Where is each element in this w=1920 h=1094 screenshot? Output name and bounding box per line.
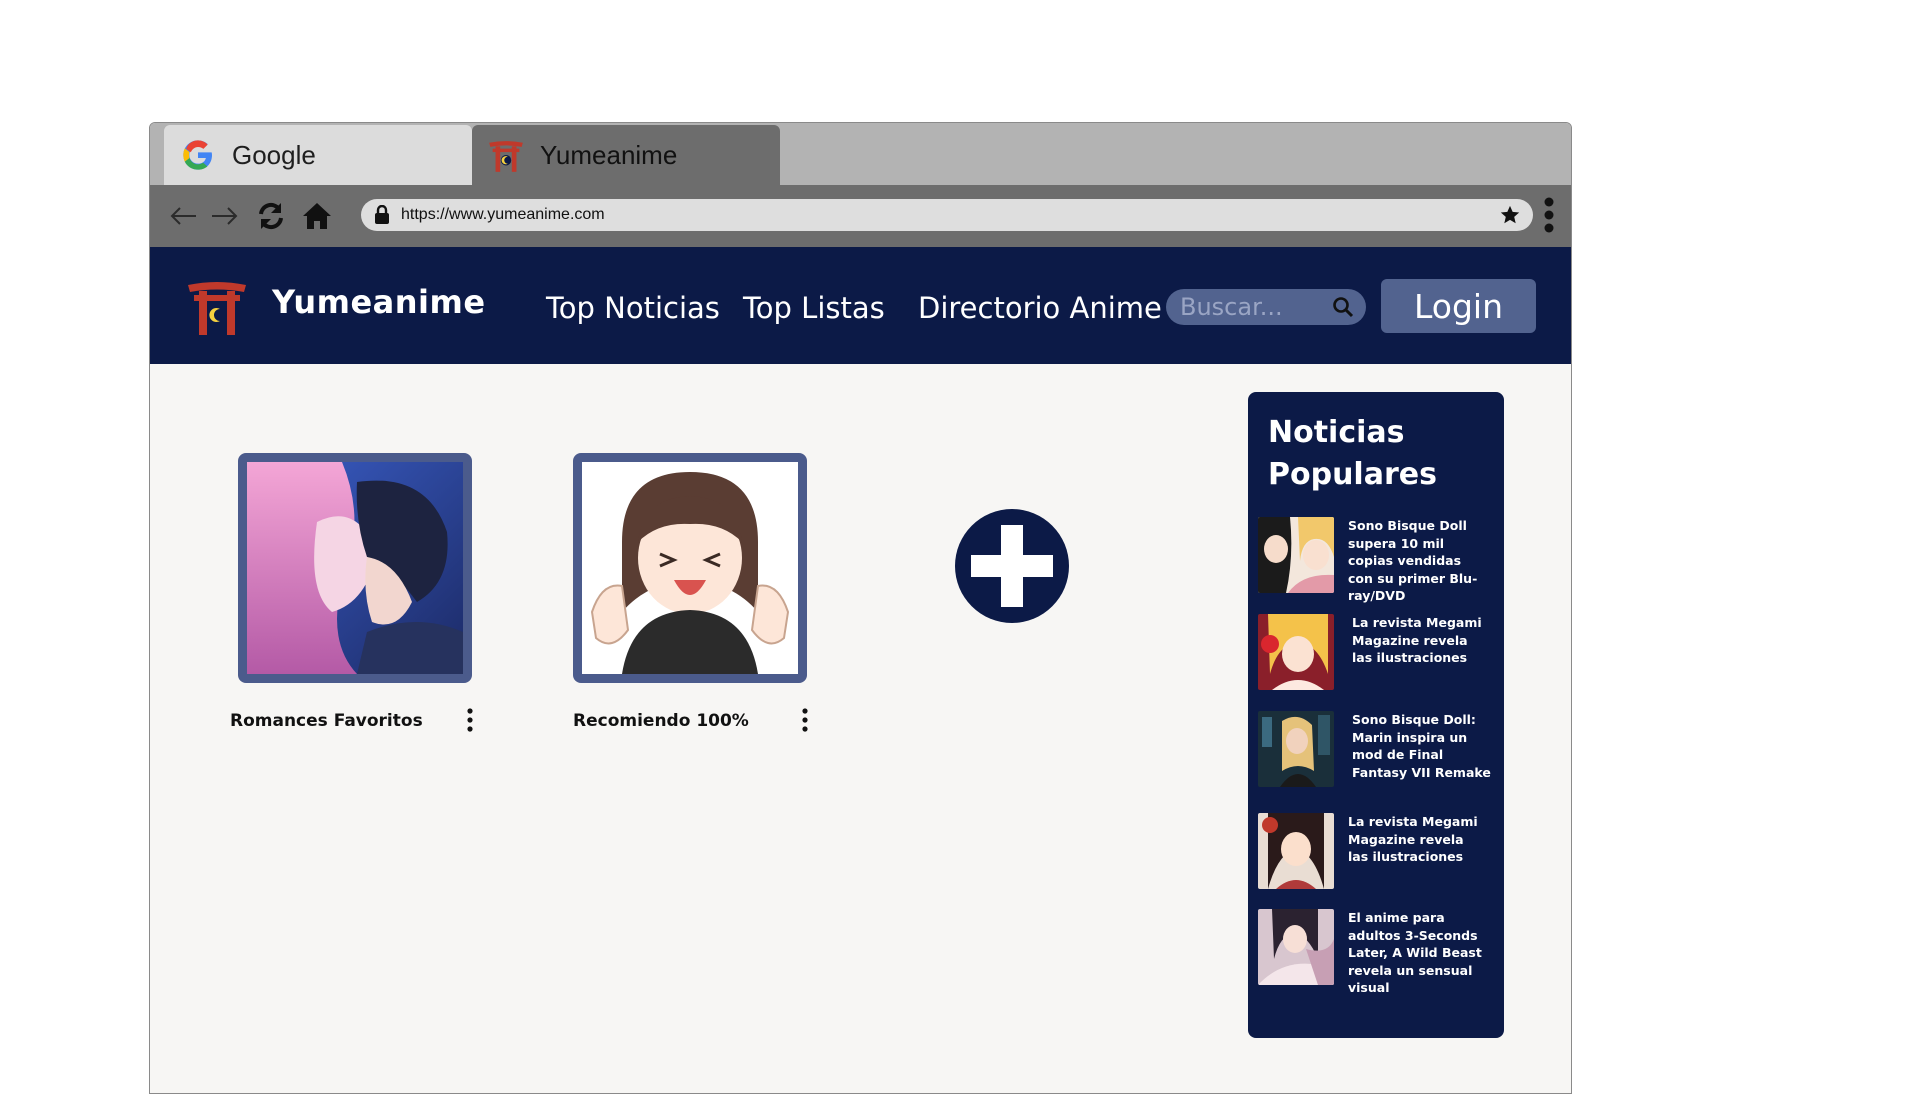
- torii-icon: [488, 137, 524, 173]
- news-title[interactable]: Sono Bisque Doll supera 10 mil copias ve…: [1348, 517, 1488, 605]
- torii-logo-icon[interactable]: [186, 277, 248, 335]
- more-options-icon[interactable]: [464, 707, 476, 733]
- news-thumbnail[interactable]: [1258, 909, 1334, 985]
- list-title[interactable]: Romances Favoritos: [230, 711, 423, 731]
- news-title[interactable]: El anime para adultos 3-Seconds Later, A…: [1348, 909, 1488, 997]
- popular-news-panel: Noticias Populares Sono Bisque Doll supe…: [1248, 392, 1504, 1038]
- news-thumbnail[interactable]: [1258, 517, 1334, 593]
- login-button[interactable]: Login: [1381, 279, 1536, 333]
- nav-top-noticias[interactable]: Top Noticias: [546, 291, 720, 325]
- lock-icon: [373, 204, 391, 225]
- tab-google[interactable]: Google: [164, 125, 472, 185]
- news-title[interactable]: Sono Bisque Doll: Marin inspira un mod d…: [1352, 711, 1492, 781]
- tab-yumeanime[interactable]: Yumeanime: [472, 125, 780, 185]
- news-thumbnail[interactable]: [1258, 711, 1334, 787]
- anime-kiss-image: [247, 462, 463, 674]
- home-icon[interactable]: [300, 199, 334, 233]
- url-text: https://www.yumeanime.com: [401, 206, 605, 223]
- list-thumbnail[interactable]: [573, 453, 807, 683]
- brand-name[interactable]: Yumeanime: [272, 283, 486, 321]
- news-heading: Noticias Populares: [1268, 415, 1437, 492]
- tab-label: Google: [232, 139, 316, 170]
- anime-thumbs-up-image: [582, 462, 798, 674]
- more-options-icon[interactable]: [799, 707, 811, 733]
- search-box: [1166, 289, 1366, 325]
- news-title[interactable]: La revista Megami Magazine revela las il…: [1352, 614, 1492, 667]
- browser-menu-icon[interactable]: [1539, 195, 1559, 235]
- search-input[interactable]: [1180, 293, 1330, 321]
- site-header: Yumeanime Top Noticias Top Listas Direct…: [150, 247, 1571, 364]
- list-title[interactable]: Recomiendo 100%: [573, 711, 749, 731]
- search-icon[interactable]: [1332, 296, 1354, 318]
- nav-directorio-anime[interactable]: Directorio Anime: [918, 291, 1162, 325]
- browser-window: Google Yumeanime https://www.yumeanime.c…: [149, 122, 1572, 1094]
- tab-label: Yumeanime: [540, 139, 678, 170]
- news-thumbnail[interactable]: [1258, 614, 1334, 690]
- reload-icon[interactable]: [254, 199, 288, 233]
- google-icon: [180, 137, 216, 173]
- news-thumbnail[interactable]: [1258, 813, 1334, 889]
- bookmark-star-icon[interactable]: [1499, 204, 1521, 226]
- list-thumbnail[interactable]: [238, 453, 472, 683]
- add-list-button[interactable]: [955, 509, 1069, 623]
- nav-top-listas[interactable]: Top Listas: [743, 291, 885, 325]
- forward-arrow-icon[interactable]: [208, 199, 242, 233]
- address-bar[interactable]: https://www.yumeanime.com: [361, 199, 1533, 231]
- news-title[interactable]: La revista Megami Magazine revela las il…: [1348, 813, 1488, 866]
- back-arrow-icon[interactable]: [166, 199, 200, 233]
- tab-strip: Google Yumeanime: [150, 123, 1571, 185]
